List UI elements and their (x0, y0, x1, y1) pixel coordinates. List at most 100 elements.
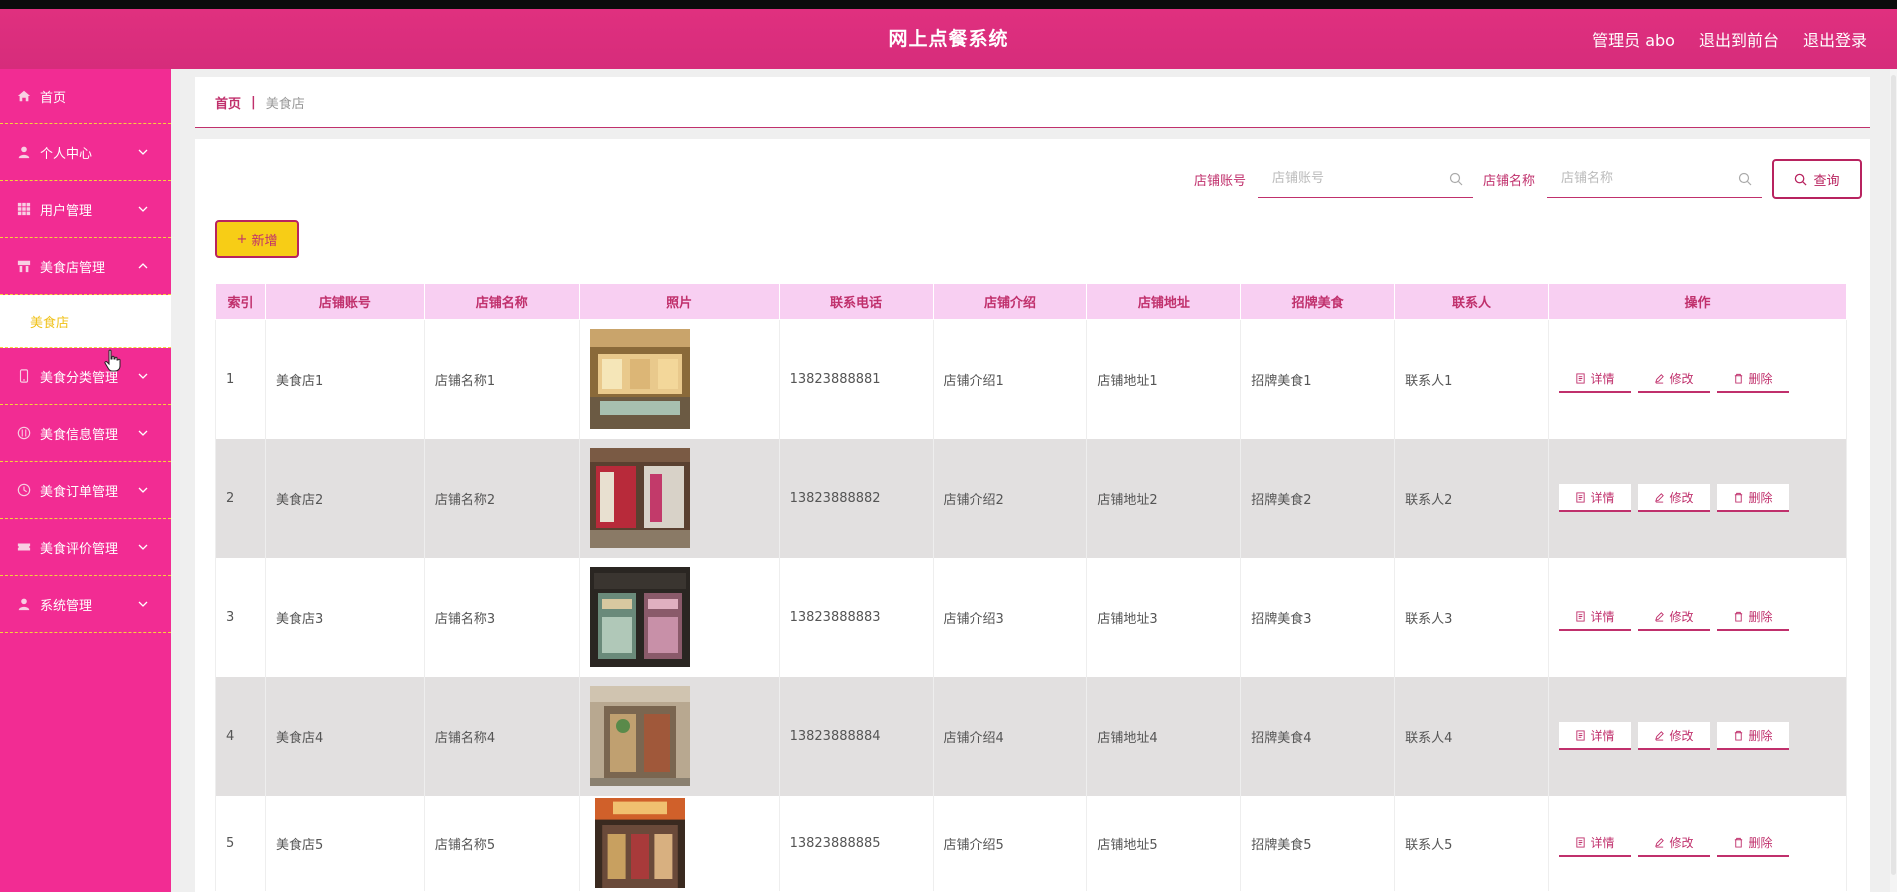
home-icon (16, 88, 32, 104)
edit-button[interactable]: 修改 (1637, 365, 1710, 394)
sidebar-item-user-management[interactable]: 用户管理 (0, 181, 171, 238)
window-top-strip (0, 0, 1897, 9)
sidebar-item-personal-center[interactable]: 个人中心 (0, 124, 171, 181)
column-header: 照片 (578, 283, 780, 320)
edit-button[interactable]: 修改 (1637, 829, 1710, 857)
cell-phone: 13823888882 (778, 438, 934, 558)
edit-label: 修改 (1669, 728, 1694, 743)
cell-signature-food: 招牌美食2 (1240, 438, 1396, 558)
delete-label: 删除 (1748, 371, 1773, 386)
sidebar-item-review-management[interactable]: 美食评价管理 (0, 519, 171, 576)
cell-actions: 详情 修改 删除 (1547, 676, 1848, 796)
trash-icon (1735, 611, 1743, 622)
document-icon (1576, 836, 1586, 848)
detail-label: 详情 (1590, 371, 1615, 386)
detail-button[interactable]: 详情 (1558, 484, 1631, 512)
detail-button[interactable]: 详情 (1558, 365, 1631, 394)
detail-label: 详情 (1590, 835, 1615, 850)
cell-actions: 详情 修改 删除 (1547, 319, 1848, 439)
edit-icon (1655, 837, 1665, 848)
detail-label: 详情 (1590, 728, 1615, 743)
delete-button[interactable]: 删除 (1716, 829, 1789, 857)
list-panel: 店铺账号 店铺名称 查询 + 新增 (195, 139, 1870, 892)
cell-intro: 店铺介绍2 (932, 438, 1088, 558)
column-header: 店铺地址 (1086, 283, 1242, 320)
delete-button[interactable]: 删除 (1716, 484, 1789, 512)
cell-account: 美食店1 (264, 319, 425, 439)
column-header: 索引 (215, 283, 266, 320)
column-header: 店铺名称 (423, 283, 580, 320)
shop-photo[interactable] (590, 798, 690, 888)
sidebar-item-food-info-management[interactable]: 美食信息管理 (0, 405, 171, 462)
account-field (1257, 160, 1473, 198)
sidebar-item-category-management[interactable]: 美食分类管理 (0, 348, 171, 405)
breadcrumb-home[interactable]: 首页 (215, 93, 241, 112)
delete-label: 删除 (1748, 728, 1773, 743)
cell-signature-food: 招牌美食4 (1240, 676, 1396, 796)
name-label: 店铺名称 (1482, 173, 1535, 189)
name-search-input[interactable] (1547, 160, 1762, 197)
delete-button[interactable]: 删除 (1716, 365, 1789, 394)
chevron-up-icon (138, 263, 148, 269)
sidebar-item-label: 美食店管理 (40, 260, 106, 276)
chevron-down-icon (138, 601, 148, 607)
search-icon (1795, 173, 1808, 186)
edit-button[interactable]: 修改 (1637, 722, 1710, 750)
table-row: 1 美食店1 店铺名称1 13823888881 店铺介绍1 店铺地址1 招牌美… (215, 319, 1848, 439)
add-button[interactable]: + 新增 (215, 220, 299, 258)
cell-actions: 详情 修改 删除 (1547, 795, 1848, 891)
shop-photo[interactable] (589, 448, 690, 548)
sidebar-item-home[interactable]: 首页 (0, 69, 171, 124)
query-button[interactable]: 查询 (1772, 159, 1862, 199)
sidebar-item-shop-management[interactable]: 美食店管理 (0, 238, 171, 295)
cell-phone: 13823888884 (778, 676, 934, 796)
detail-button[interactable]: 详情 (1558, 603, 1631, 631)
cell-photo (578, 676, 780, 796)
cell-name: 店铺名称3 (423, 557, 580, 677)
sidebar-item-label: 美食信息管理 (40, 427, 119, 443)
clock-icon (16, 482, 32, 498)
scrollbar-thumb[interactable] (1891, 75, 1896, 875)
search-bar: 店铺账号 店铺名称 查询 (1194, 159, 1862, 199)
phone-icon (16, 368, 32, 384)
cell-photo (578, 319, 780, 439)
vertical-scrollbar[interactable] (1890, 69, 1897, 892)
cell-account: 美食店4 (264, 676, 425, 796)
edit-button[interactable]: 修改 (1637, 484, 1710, 512)
column-header: 联系人 (1394, 283, 1549, 320)
delete-button[interactable]: 删除 (1716, 722, 1789, 750)
shop-photo[interactable] (589, 686, 690, 786)
food-icon (16, 425, 32, 441)
sidebar-item-label: 个人中心 (40, 146, 93, 162)
document-icon (1576, 373, 1586, 384)
edit-button[interactable]: 修改 (1637, 603, 1710, 631)
trash-icon (1735, 730, 1743, 741)
logout-link[interactable]: 退出登录 (1803, 27, 1867, 51)
sidebar-item-system-management[interactable]: 系统管理 (0, 576, 171, 633)
detail-button[interactable]: 详情 (1558, 829, 1631, 857)
column-header: 操作 (1547, 283, 1848, 320)
account-search-input[interactable] (1257, 160, 1473, 197)
delete-label: 删除 (1748, 609, 1773, 624)
sidebar-item-label: 系统管理 (40, 598, 93, 614)
column-header: 店铺介绍 (932, 283, 1088, 320)
shop-photo[interactable] (589, 329, 690, 430)
cell-account: 美食店5 (264, 795, 425, 891)
exit-to-front-link[interactable]: 退出到前台 (1699, 27, 1779, 51)
name-field (1547, 160, 1762, 198)
table-row: 3 美食店3 店铺名称3 13823888883 店铺介绍3 店铺地址3 招牌美… (215, 557, 1848, 677)
delete-button[interactable]: 删除 (1716, 603, 1789, 631)
sidebar-item-order-management[interactable]: 美食订单管理 (0, 462, 171, 519)
cell-index: 4 (215, 676, 266, 796)
cell-intro: 店铺介绍3 (932, 557, 1088, 677)
search-icon (1738, 172, 1752, 186)
shop-photo[interactable] (589, 567, 690, 667)
trash-icon (1735, 373, 1743, 384)
sidebar-item-label: 美食评价管理 (40, 541, 119, 557)
sidebar-subitem-shop[interactable]: 美食店 (0, 295, 171, 348)
breadcrumb-separator: | (251, 94, 256, 110)
detail-button[interactable]: 详情 (1558, 722, 1631, 750)
breadcrumb: 首页 | 美食店 (195, 77, 1870, 128)
cell-index: 5 (215, 795, 266, 891)
cell-intro: 店铺介绍5 (932, 795, 1088, 891)
